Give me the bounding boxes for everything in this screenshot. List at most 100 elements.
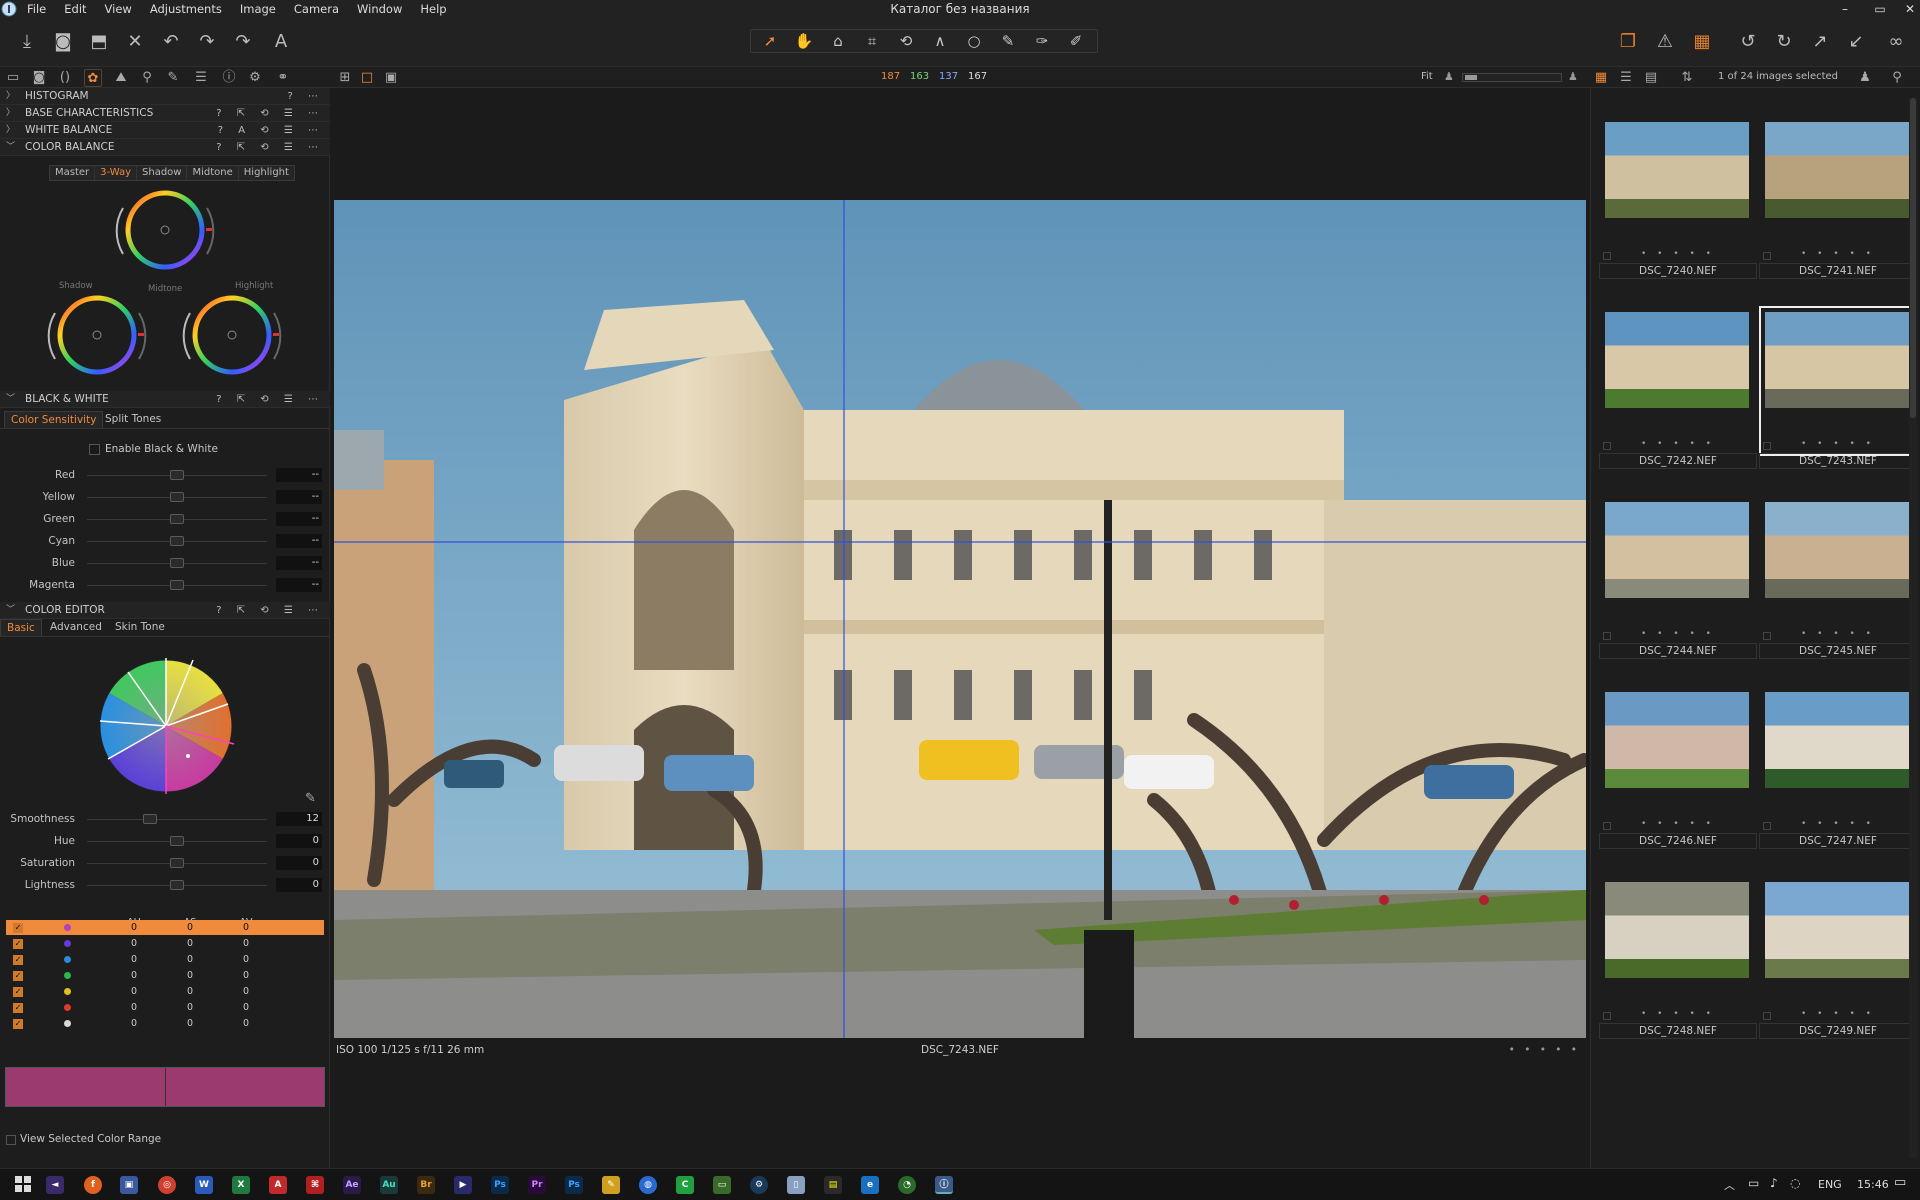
copy-adjustments-icon[interactable]: ↗ (1806, 28, 1834, 56)
search-icon[interactable]: ⚲ (1888, 69, 1906, 87)
thumbnail[interactable]: • • • • • DSC_7244.NEF (1599, 496, 1757, 680)
ie-icon[interactable]: e (861, 1176, 879, 1194)
slider-knob[interactable] (170, 492, 184, 502)
thumbnail[interactable]: • • • • • DSC_7248.NEF (1599, 876, 1757, 1060)
audition-icon[interactable]: Au (380, 1176, 398, 1194)
minimize-button[interactable]: – (1830, 0, 1860, 18)
enable-checkbox[interactable]: ✓ (13, 1019, 23, 1029)
globe-icon[interactable]: ◍ (639, 1176, 657, 1194)
rating-stars[interactable]: • • • • • (1599, 249, 1757, 263)
master-color-wheel[interactable] (105, 188, 225, 273)
section-tools[interactable]: ? A ⟲ ☰ ⋯ (218, 122, 324, 139)
thumbnail-image[interactable] (1765, 692, 1909, 788)
enable-checkbox[interactable]: ✓ (13, 923, 23, 933)
section-tools[interactable]: ? ⇱ ⟲ ☰ ⋯ (216, 391, 324, 408)
rating-stars[interactable]: • • • • • (1599, 629, 1757, 643)
rotate-tool-icon[interactable]: ⟲ (889, 31, 923, 51)
rotate-right-icon[interactable]: ↻ (1770, 28, 1798, 56)
section-tools[interactable]: ? ⋯ (288, 88, 325, 105)
excel-icon[interactable]: X (232, 1176, 250, 1194)
thumbnail-image[interactable] (1765, 882, 1909, 978)
zoom-slider-knob[interactable] (1465, 75, 1477, 80)
slider-value[interactable]: 0 (276, 856, 322, 870)
slider-knob[interactable] (170, 580, 184, 590)
rating-stars[interactable]: • • • • • (1759, 629, 1917, 643)
thumbnail[interactable]: • • • • • DSC_7249.NEF (1759, 876, 1917, 1060)
color-editor-slider-saturation[interactable]: Saturation 0 (0, 854, 330, 872)
library-tab-icon[interactable]: ▭ (4, 69, 22, 87)
color-range-row[interactable]: ✓ 0 0 0 (6, 920, 324, 935)
enable-checkbox[interactable]: ✓ (13, 971, 23, 981)
color-range-row[interactable]: ✓ 0 0 0 (6, 984, 324, 999)
bw-slider-red[interactable]: Red -- (0, 466, 330, 484)
spot-removal-icon[interactable]: ○ (957, 31, 991, 51)
bw-slider-cyan[interactable]: Cyan -- (0, 532, 330, 550)
bw-slider-blue[interactable]: Blue -- (0, 554, 330, 572)
start-windows-icon[interactable] (14, 1176, 32, 1194)
settings-tab-icon[interactable]: ⚙ (246, 69, 264, 87)
color-editor-wheel[interactable] (95, 655, 237, 797)
premiere-icon[interactable]: Pr (528, 1176, 546, 1194)
slider-knob[interactable] (143, 814, 157, 824)
menu-window[interactable]: Window (348, 0, 411, 18)
app-logo-icon[interactable] (0, 0, 18, 18)
tab-skin-tone[interactable]: Skin Tone (109, 619, 171, 636)
slider-knob[interactable] (170, 858, 184, 868)
menu-adjustments[interactable]: Adjustments (141, 0, 231, 18)
firefox-icon[interactable]: f (84, 1176, 102, 1194)
color-tab-icon[interactable]: ✿ (84, 69, 102, 87)
tab-highlight[interactable]: Highlight (239, 166, 294, 180)
filmstrip-view-icon[interactable]: ▤ (1642, 69, 1660, 87)
section-base-characteristics[interactable]: 〉 BASE CHARACTERISTICS ? ⇱ ⟲ ☰ ⋯ (0, 105, 330, 122)
enable-checkbox[interactable]: ✓ (13, 1003, 23, 1013)
menu-file[interactable]: File (18, 0, 55, 18)
clock-app-icon[interactable]: ◔ (898, 1176, 916, 1194)
notifications-icon[interactable]: ▭ (1894, 1175, 1906, 1190)
terminal-icon[interactable]: ▤ (824, 1176, 842, 1194)
acrobat-icon[interactable]: ⌘ (306, 1176, 324, 1194)
slider-knob[interactable] (170, 470, 184, 480)
exposure-tab-icon[interactable]: ⛰ (112, 69, 130, 87)
tab-master[interactable]: Master (50, 166, 96, 180)
bw-slider-green[interactable]: Green -- (0, 510, 330, 528)
word-icon[interactable]: W (195, 1176, 213, 1194)
thumbnail[interactable]: • • • • • DSC_7242.NEF (1599, 306, 1757, 490)
slider-value[interactable]: -- (276, 512, 322, 526)
variants-icon[interactable]: ❐ (1614, 28, 1642, 56)
capture-one-taskbar-icon[interactable]: ⓘ (935, 1176, 953, 1194)
zoom-fit-label[interactable]: Fit (1421, 71, 1433, 82)
rating-stars[interactable]: • • • • • (1509, 1044, 1580, 1056)
menu-camera[interactable]: Camera (285, 0, 348, 18)
slider-knob[interactable] (170, 880, 184, 890)
slider-value[interactable]: -- (276, 490, 322, 504)
slider-value[interactable]: -- (276, 468, 322, 482)
bw-slider-yellow[interactable]: Yellow -- (0, 488, 330, 506)
undo-icon[interactable]: ↶ (157, 28, 185, 56)
local-adjust-tab-icon[interactable]: ✎ (164, 69, 182, 87)
enable-checkbox[interactable]: ✓ (13, 987, 23, 997)
grid-overlay-icon[interactable]: ▦ (1688, 28, 1716, 56)
lens-tab-icon[interactable]: () (56, 69, 74, 87)
collapse-arrow-icon[interactable]: ﹀ (6, 139, 15, 156)
section-histogram[interactable]: 〉 HISTOGRAM ? ⋯ (0, 88, 330, 105)
user-icon[interactable]: ♟ (1856, 69, 1874, 87)
color-picker-icon[interactable]: ✎ (305, 791, 316, 806)
list-view-icon[interactable]: ☰ (1617, 69, 1635, 87)
slider-value[interactable]: -- (276, 534, 322, 548)
section-tools[interactable]: ? ⇱ ⟲ ☰ ⋯ (216, 139, 324, 156)
color-range-row[interactable]: ✓ 0 0 0 (6, 936, 324, 951)
thumbnail[interactable]: • • • • • DSC_7241.NEF (1759, 116, 1917, 300)
warning-icon[interactable]: ⚠ (1651, 28, 1679, 56)
select-cursor-icon[interactable]: ➚ (753, 31, 787, 51)
straighten-icon[interactable]: ∧ (923, 31, 957, 51)
section-tools[interactable]: ? ⇱ ⟲ ☰ ⋯ (216, 602, 324, 619)
output-tab-icon[interactable]: ☰ (192, 69, 210, 87)
media-icon[interactable]: ▭ (713, 1176, 731, 1194)
chrome-icon[interactable]: ◎ (158, 1176, 176, 1194)
color-editor-slider-smoothness[interactable]: Smoothness 12 (0, 810, 330, 828)
color-range-row[interactable]: ✓ 0 0 0 (6, 952, 324, 967)
redo-2-icon[interactable]: ↷ (229, 28, 257, 56)
tab-advanced[interactable]: Advanced (44, 619, 108, 636)
zoom-slider[interactable] (1462, 73, 1562, 82)
enable-checkbox[interactable]: ✓ (13, 939, 23, 949)
